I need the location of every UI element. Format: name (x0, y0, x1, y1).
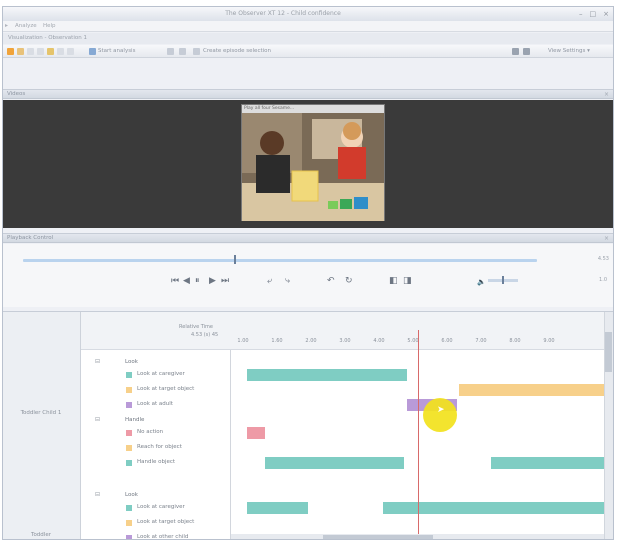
application-window: The Observer XT 12 - Child confidence – … (2, 6, 614, 540)
layout-icon[interactable] (523, 48, 530, 55)
behavior-color-swatch (126, 520, 132, 526)
home-icon[interactable] (7, 48, 14, 55)
playback-control: 4.53 ⏮ ◀ ⏸ ▶ ⏭ ⤶ ⤷ ↶ ↻ ◧ ◨ 🔈 1.0 (3, 244, 613, 307)
zoom-icon[interactable] (512, 48, 519, 55)
behavior-row-label: Reach for object (137, 444, 182, 450)
menu-bar: ▸ Analyze Help (3, 21, 613, 32)
volume-icon[interactable]: 🔈 (477, 278, 486, 286)
menu-grip-icon: ▸ (5, 22, 9, 29)
behavior-row-label: Handle object (137, 459, 176, 465)
volume-slider-thumb[interactable] (501, 276, 504, 284)
rewind-loop-icon[interactable]: ↶ (327, 276, 335, 286)
behavior-row-label: Look at adult (137, 401, 173, 407)
event-bar[interactable] (247, 369, 407, 381)
behavior-group-title: Handle (125, 417, 145, 423)
behavior-color-swatch (126, 387, 132, 393)
behavior-row-label: Look at caregiver (137, 504, 185, 510)
playback-scrubber-thumb[interactable] (233, 255, 236, 264)
playback-panel-close-icon[interactable]: × (604, 235, 609, 242)
time-cursor-line[interactable] (418, 330, 419, 539)
behavior-color-swatch (126, 535, 132, 539)
horizontal-scrollbar-thumb[interactable] (323, 535, 433, 539)
vertical-scrollbar-thumb[interactable] (605, 332, 612, 372)
refresh-icon[interactable] (37, 48, 44, 55)
behavior-row-label: No action (137, 429, 164, 435)
menu-analyze[interactable]: Analyze (15, 23, 37, 29)
skip-start-icon[interactable]: ⏮ (171, 276, 179, 286)
behavior-group-title: Look (125, 492, 138, 498)
play-icon[interactable]: ▶ (209, 276, 216, 286)
playback-panel-header: Playback Control × (3, 233, 613, 243)
playback-time: 4.53 (597, 256, 609, 262)
behavior-row-label: Look at target object (137, 519, 195, 525)
event-bar[interactable] (265, 457, 404, 469)
folder-icon[interactable] (47, 48, 54, 55)
forward-icon[interactable] (27, 48, 34, 55)
create-episode-selection-button[interactable]: Create episode selection (203, 48, 271, 54)
redo-icon[interactable] (67, 48, 74, 55)
behavior-row-label: Look at caregiver (137, 371, 185, 377)
loop-icon[interactable]: ↻ (345, 276, 353, 286)
event-bar[interactable] (459, 384, 604, 396)
minimize-button[interactable]: – (579, 10, 583, 18)
behavior-row-label: Look at target object (137, 386, 195, 392)
undo-icon[interactable] (57, 48, 64, 55)
window-title: The Observer XT 12 - Child confidence (225, 10, 341, 17)
playback-panel-title: Playback Control (7, 235, 54, 241)
playback-scrubber[interactable] (23, 259, 537, 262)
behavior-color-swatch (126, 460, 132, 466)
mouse-pointer-icon: ➤ (437, 405, 445, 415)
behavior-color-swatch (126, 430, 132, 436)
close-button[interactable]: × (603, 10, 609, 18)
table-icon[interactable] (179, 48, 186, 55)
group-collapse-icon[interactable]: ⊟ (95, 358, 100, 365)
episode-icon (193, 48, 200, 55)
fast-forward-icon[interactable]: ⤷ (285, 276, 290, 286)
video-player[interactable]: Play all four Sesame... (241, 104, 385, 221)
video-frame-image (242, 113, 384, 221)
start-analysis-button[interactable]: Start analysis (98, 48, 135, 54)
step-back-icon[interactable]: ◀ (183, 276, 190, 286)
maximize-button[interactable]: □ (590, 10, 597, 18)
window-controls: – □ × (579, 10, 609, 18)
click-highlight (423, 398, 457, 432)
behavior-group-title: Look (125, 359, 138, 365)
behavior-color-swatch (126, 402, 132, 408)
event-bar[interactable] (383, 502, 604, 514)
previous-frame-icon[interactable]: ◧ (389, 276, 398, 286)
pause-icon[interactable]: ⏸ (195, 276, 200, 286)
slow-motion-icon[interactable]: ⤶ (267, 276, 272, 286)
video-caption: Play all four Sesame... (242, 105, 384, 113)
skip-end-icon[interactable]: ⏭ (221, 276, 229, 286)
event-bar[interactable] (491, 457, 604, 469)
back-icon[interactable] (17, 48, 24, 55)
videos-panel-header: Videos × (3, 89, 613, 99)
document-tab-label: Visualization - Observation 1 (8, 35, 87, 41)
menu-help[interactable]: Help (43, 23, 56, 29)
playback-speed: 1.0 (599, 277, 607, 283)
event-timeline: Toddler Child 1 Toddler Relative Time 4.… (3, 311, 613, 540)
filter-icon[interactable] (167, 48, 174, 55)
behavior-row-label: Look at other child (137, 534, 189, 540)
title-bar: The Observer XT 12 - Child confidence – … (3, 7, 613, 21)
video-viewport: Play all four Sesame... (3, 100, 613, 228)
document-tab[interactable]: Visualization - Observation 1 (3, 33, 613, 44)
next-frame-icon[interactable]: ◨ (403, 276, 412, 286)
start-analysis-icon (89, 48, 96, 55)
toolbar: Start analysis Create episode selection … (3, 45, 613, 58)
view-settings-button[interactable]: View Settings ▾ (548, 48, 590, 54)
event-bar[interactable] (247, 502, 308, 514)
group-collapse-icon[interactable]: ⊟ (95, 416, 100, 423)
videos-panel-title: Videos (7, 91, 26, 97)
timeline-rows: ⊟ Look Look at caregiver Look at target obj… (3, 312, 613, 540)
videos-panel-close-icon[interactable]: × (604, 91, 609, 98)
group-collapse-icon[interactable]: ⊟ (95, 491, 100, 498)
behavior-color-swatch (126, 372, 132, 378)
behavior-color-swatch (126, 505, 132, 511)
event-bar[interactable] (247, 427, 265, 439)
behavior-color-swatch (126, 445, 132, 451)
